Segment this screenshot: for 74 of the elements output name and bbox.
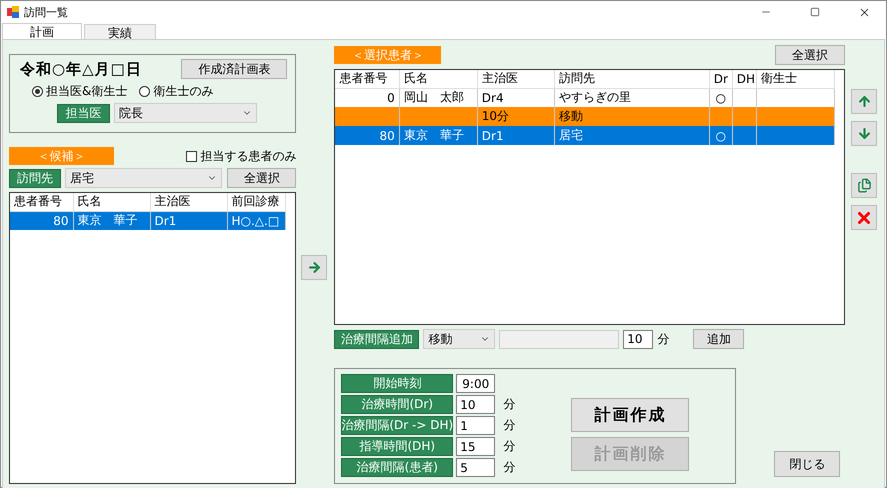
- select-all-button[interactable]: 全選択: [775, 45, 846, 65]
- table-row[interactable]: 80 東京 華子 Dr1 居宅 ○: [335, 126, 834, 145]
- table-cell: 80: [10, 211, 73, 230]
- delete-button[interactable]: [851, 205, 878, 230]
- unit-text: 分: [503, 438, 516, 455]
- created-plans-button[interactable]: 作成済計画表: [181, 59, 288, 79]
- checkbox-label: 担当する患者のみ: [200, 148, 296, 164]
- table-cell: 居宅: [554, 126, 710, 145]
- date-text: 令和○年△月□日: [20, 60, 143, 78]
- unit-text: 分: [503, 459, 516, 476]
- tab[interactable]: 実績: [84, 24, 156, 39]
- checkbox[interactable]: [186, 150, 198, 162]
- add-button[interactable]: [301, 255, 328, 280]
- column-header[interactable]: 患者番号: [335, 70, 400, 88]
- setting-label: 治療間隔(Dr -> DH): [341, 416, 454, 435]
- setting-field[interactable]: 5: [456, 458, 496, 477]
- app-icon: [7, 6, 19, 18]
- plan-button[interactable]: 計画作成: [571, 398, 690, 432]
- move-up-button[interactable]: [851, 89, 878, 114]
- tab[interactable]: 計画: [2, 23, 82, 39]
- interval-add-label: 治療間隔追加: [334, 330, 420, 348]
- copy-button[interactable]: [851, 173, 878, 198]
- setting-field[interactable]: 10: [456, 395, 496, 414]
- column-header[interactable]: 氏名: [73, 193, 150, 211]
- table-row[interactable]: 80 東京 華子 Dr1 H○.△.□: [10, 211, 285, 230]
- column-header[interactable]: 衛生士: [756, 70, 834, 88]
- move-down-button[interactable]: [851, 121, 878, 146]
- doctor-label: 担当医: [57, 104, 110, 122]
- arrow-down-icon: [856, 126, 872, 141]
- column-header[interactable]: 主治医: [150, 193, 227, 211]
- setting-label: 開始時刻: [341, 374, 454, 393]
- add-interval-button[interactable]: 追加: [693, 329, 744, 349]
- unit-text: 分: [657, 330, 670, 348]
- column-header[interactable]: 主治医: [477, 70, 554, 88]
- section-header: ＜候補＞: [9, 147, 114, 165]
- table-cell: ○: [709, 126, 732, 145]
- arrow-right-icon: [306, 260, 322, 275]
- table-cell: 80: [335, 126, 400, 145]
- doctor-select[interactable]: 院長: [114, 103, 257, 123]
- section-header: ＜選択患者＞: [334, 46, 442, 64]
- radio-icon[interactable]: [139, 86, 150, 97]
- radio-icon[interactable]: [32, 86, 43, 97]
- unit-text: 分: [503, 417, 516, 434]
- interval-type-select[interactable]: 移動: [423, 329, 496, 349]
- table-row[interactable]: 10分 移動: [335, 107, 834, 126]
- setting-field[interactable]: 1: [456, 416, 496, 435]
- table-cell: Dr1: [150, 211, 227, 230]
- setting-label: 指導時間(DH): [341, 437, 454, 456]
- minutes-field[interactable]: 10: [623, 330, 654, 348]
- maximize-icon: [810, 7, 820, 17]
- close-dialog-button[interactable]: 閉じる: [774, 451, 840, 477]
- table-row[interactable]: 0 岡山 太郎 Dr4 やすらぎの里 ○: [335, 88, 834, 107]
- column-header[interactable]: 氏名: [399, 70, 478, 88]
- unit-text: 分: [503, 396, 516, 413]
- window-title: 訪問一覧: [24, 4, 69, 20]
- table-cell: H○.△.□: [227, 211, 285, 230]
- visit-select[interactable]: 居宅: [65, 168, 222, 188]
- visit-label: 訪問先: [9, 168, 61, 188]
- radio-label: 衛生士のみ: [153, 83, 214, 100]
- setting-label: 治療時間(Dr): [341, 395, 454, 414]
- column-header[interactable]: 訪問先: [554, 70, 710, 88]
- column-header[interactable]: 前回診療: [227, 193, 285, 211]
- select-all-button[interactable]: 全選択: [227, 168, 296, 188]
- setting-field[interactable]: 9:00: [456, 374, 496, 393]
- setting-label: 治療間隔(患者): [341, 458, 454, 477]
- column-header[interactable]: 患者番号: [10, 193, 73, 211]
- column-header[interactable]: Dr: [709, 70, 732, 88]
- table-cell: 東京 華子: [73, 211, 150, 230]
- radio-option[interactable]: 衛生士のみ: [139, 83, 214, 100]
- table-cell: 東京 華子: [399, 126, 478, 145]
- table-cell: Dr1: [477, 126, 554, 145]
- copy-icon: [856, 178, 872, 193]
- setting-field[interactable]: 15: [456, 437, 496, 456]
- column-header[interactable]: DH: [732, 70, 756, 88]
